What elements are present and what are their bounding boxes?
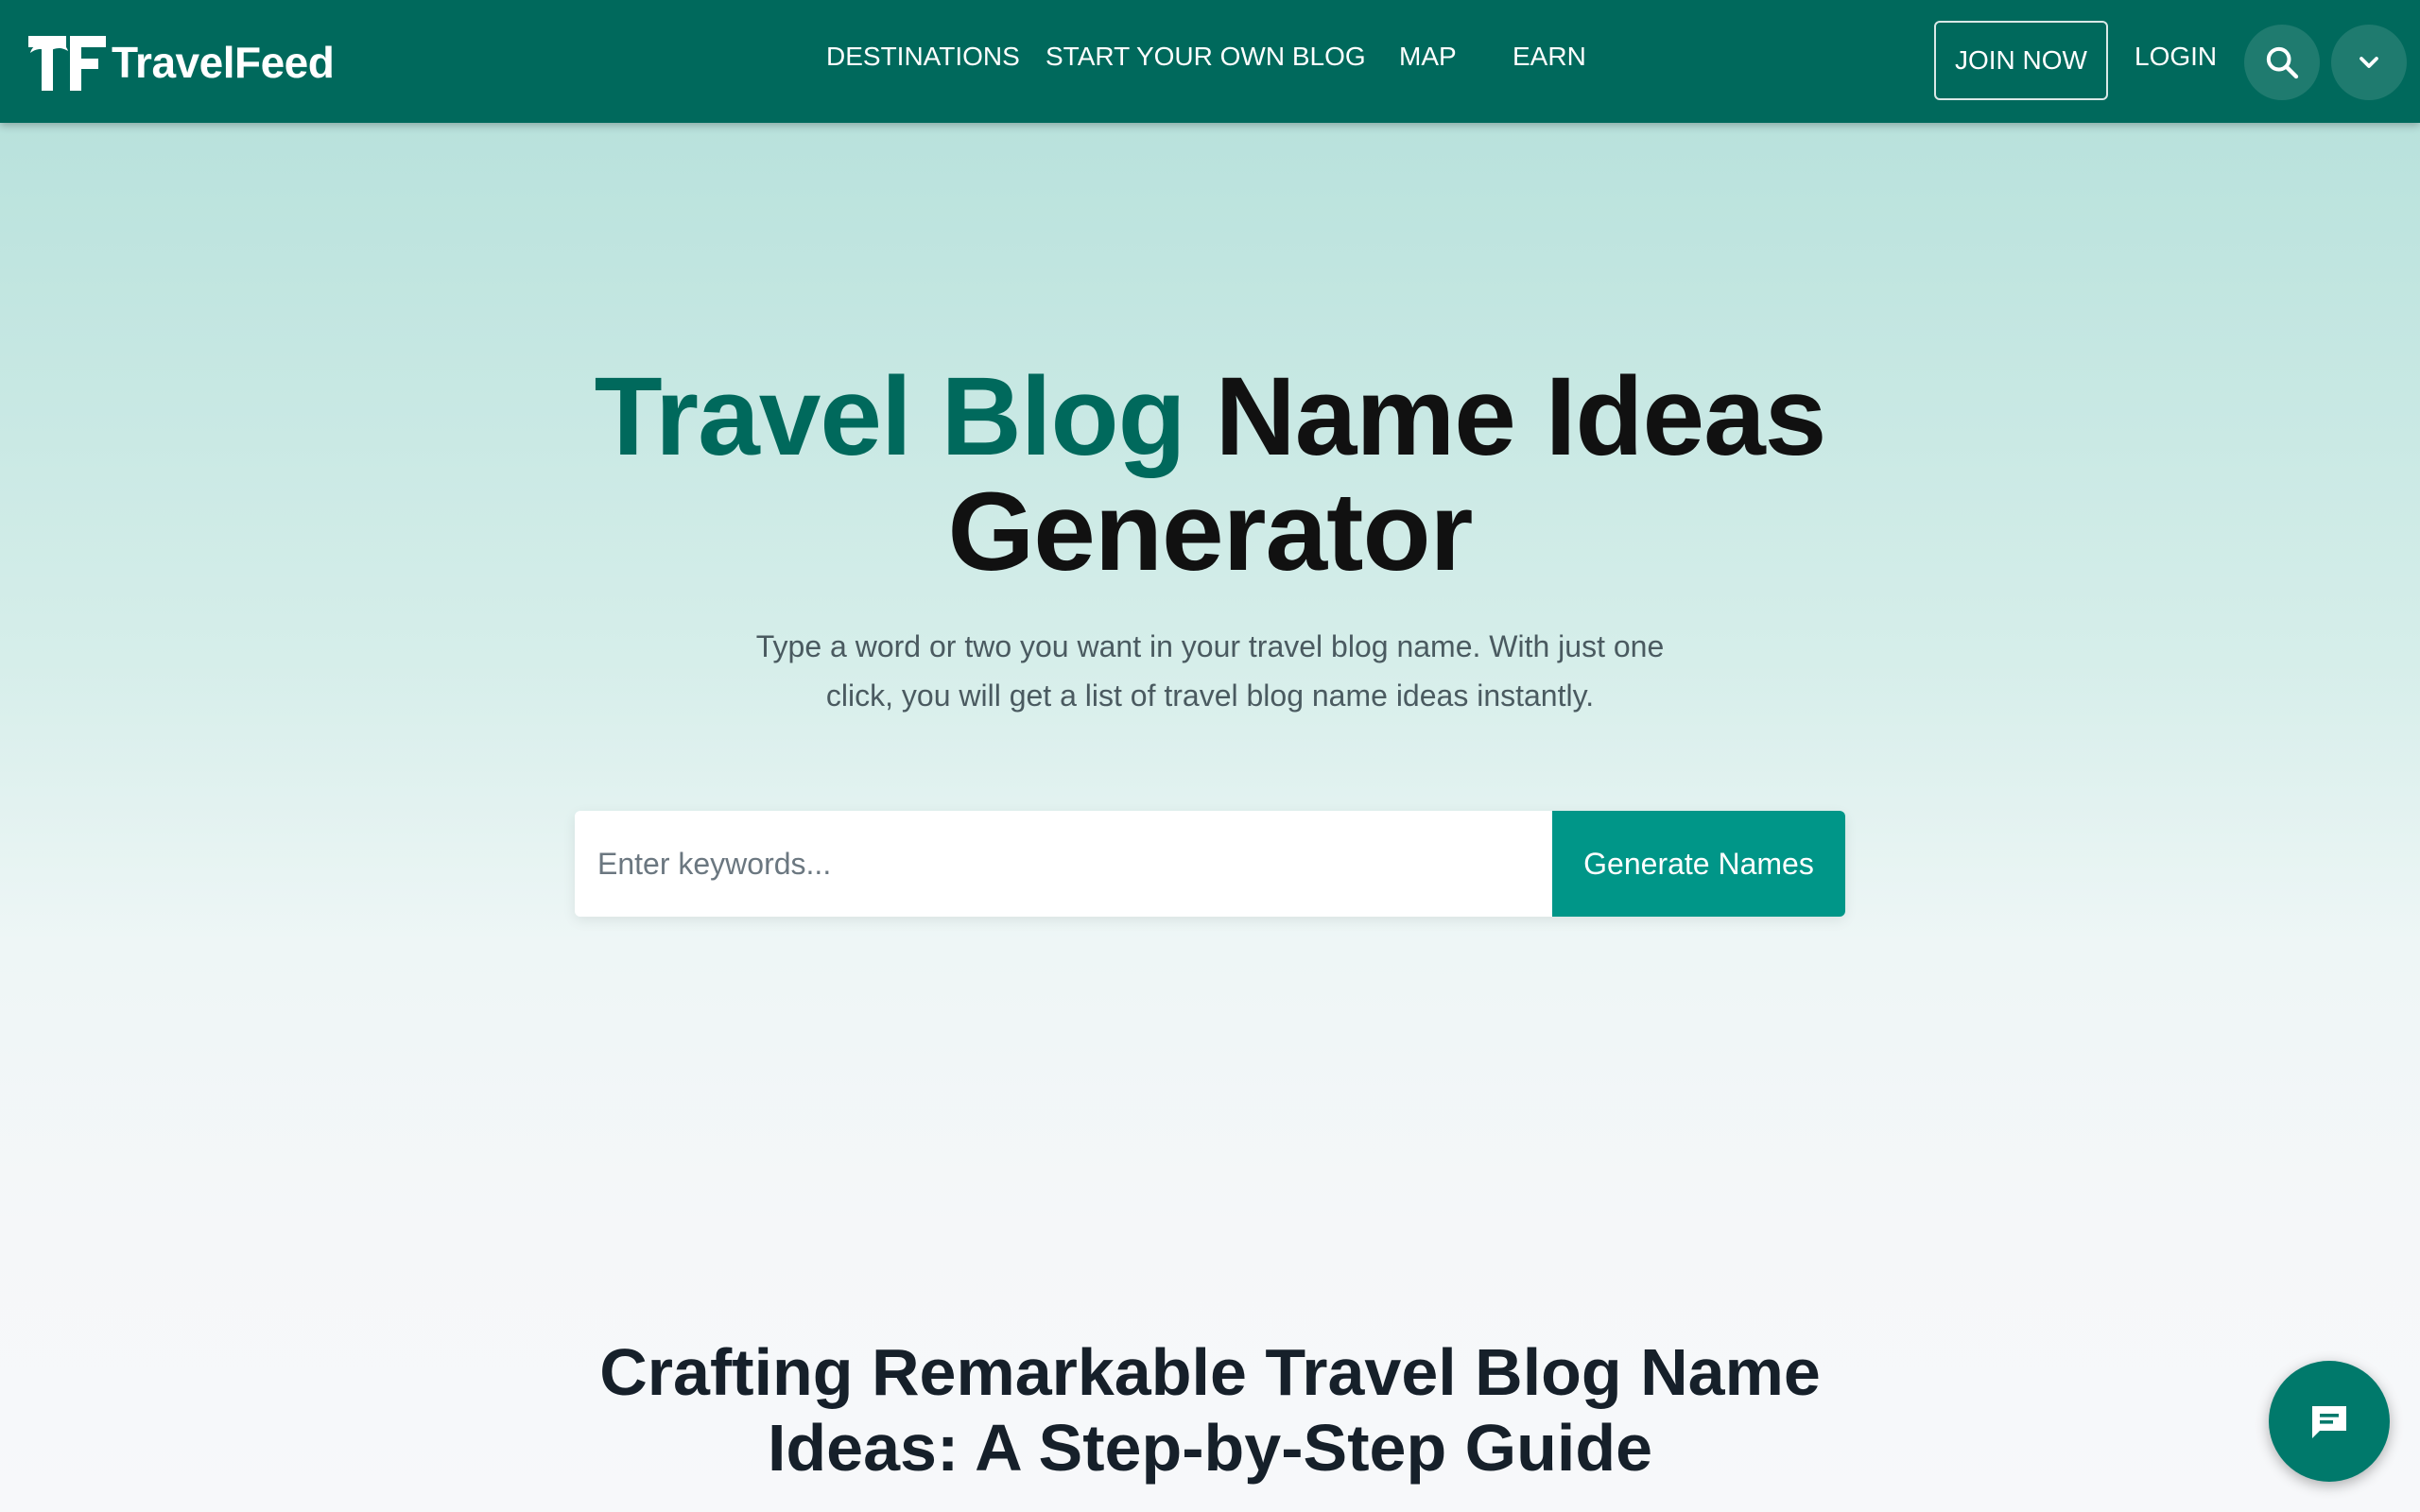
chat-button[interactable]	[2269, 1361, 2390, 1482]
nav-item-start-your-own-blog[interactable]: START YOUR OWN BLOG	[1046, 42, 1366, 72]
guide-heading-line1: Crafting Remarkable Travel Blog Name	[599, 1335, 1821, 1409]
generate-names-button[interactable]: Generate Names	[1552, 811, 1845, 917]
chat-icon	[2312, 1406, 2346, 1438]
top-navigation-bar: TravelFeed DESTINATIONS START YOUR OWN B…	[0, 0, 2420, 123]
login-button[interactable]: LOGIN	[2135, 42, 2217, 72]
title-accent: Travel Blog	[594, 354, 1186, 479]
search-button[interactable]	[2244, 25, 2320, 100]
palm-tree-logo-icon	[28, 36, 106, 91]
guide-heading-line2: Ideas: A Step-by-Step Guide	[767, 1411, 1653, 1485]
travelfeed-logo[interactable]: TravelFeed	[28, 32, 335, 93]
nav-item-earn[interactable]: EARN	[1512, 42, 1586, 72]
join-now-button[interactable]: JOIN NOW	[1934, 21, 2108, 100]
page-title: Travel Blog Name Ideas Generator	[0, 359, 2420, 590]
title-rest: Name Ideas	[1184, 354, 1826, 479]
brand-name: TravelFeed	[112, 38, 335, 87]
hero-subtitle: Type a word or two you want in your trav…	[755, 629, 1665, 713]
chevron-down-icon	[2360, 57, 2378, 68]
menu-toggle-button[interactable]	[2331, 25, 2407, 100]
keywords-input[interactable]	[575, 811, 1552, 917]
nav-item-destinations[interactable]: DESTINATIONS	[826, 42, 1020, 72]
guide-heading: Crafting Remarkable Travel Blog Name Ide…	[0, 1334, 2420, 1486]
search-icon	[2266, 46, 2299, 79]
title-line2: Generator	[947, 470, 1474, 594]
nav-item-map[interactable]: MAP	[1399, 42, 1457, 72]
keyword-search-form: Generate Names	[575, 811, 1845, 917]
